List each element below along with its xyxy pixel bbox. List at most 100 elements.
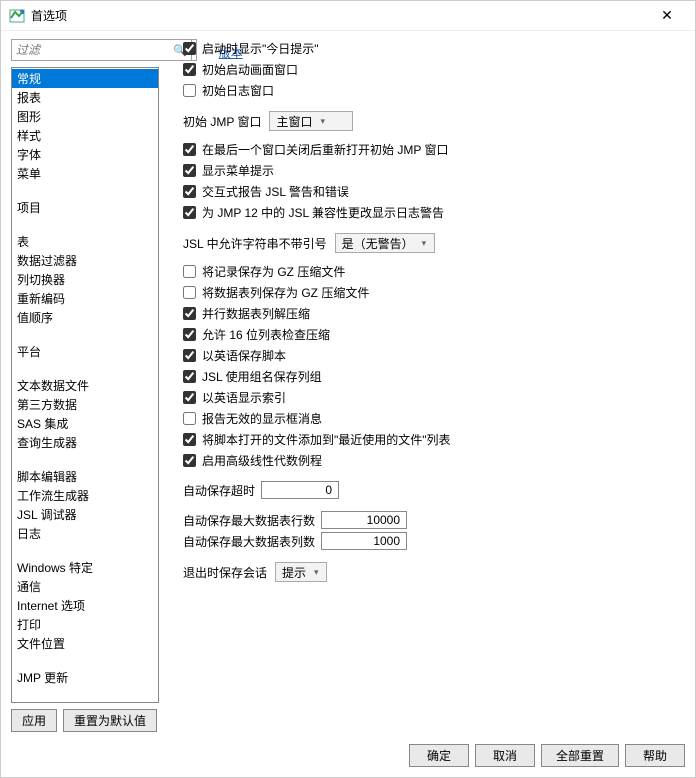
category-item[interactable]: JMP 更新 xyxy=(12,668,158,687)
label-menu-tips: 显示菜单提示 xyxy=(202,162,274,179)
footer: 确定 取消 全部重置 帮助 xyxy=(1,736,695,777)
category-separator xyxy=(12,183,158,198)
checkbox-advanced-linalg[interactable] xyxy=(183,454,196,467)
help-button[interactable]: 帮助 xyxy=(625,744,685,767)
preferences-window: 首选项 ✕ 🔍 ▾ 版本 常规报表图形样式字体菜单项目表数据过滤器列切换器重新编… xyxy=(0,0,696,778)
label-parallel-decomp: 并行数据表列解压缩 xyxy=(202,305,310,322)
checkbox-jmp12-compat[interactable] xyxy=(183,206,196,219)
reset-defaults-button[interactable]: 重置为默认值 xyxy=(63,709,157,732)
label-exit-session: 退出时保存会话 xyxy=(183,564,267,581)
checkbox-add-recent[interactable] xyxy=(183,433,196,446)
input-autosave-maxrows[interactable] xyxy=(321,511,407,529)
label-log-window: 初始日志窗口 xyxy=(202,82,274,99)
category-item[interactable]: Windows 特定 xyxy=(12,558,158,577)
chevron-down-icon: ▾ xyxy=(320,116,325,127)
checkbox-reopen-initial[interactable] xyxy=(183,143,196,156)
checkbox-16bit-check[interactable] xyxy=(183,328,196,341)
checkbox-log-window[interactable] xyxy=(183,84,196,97)
chevron-down-icon: ▾ xyxy=(422,238,427,249)
category-item[interactable]: 文件位置 xyxy=(12,634,158,653)
label-jsl-warnings: 交互式报告 JSL 警告和错误 xyxy=(202,183,349,200)
input-autosave-maxcols[interactable] xyxy=(321,532,407,550)
category-separator xyxy=(12,361,158,376)
label-show-tip: 启动时显示"今日提示" xyxy=(202,40,319,57)
checkbox-gz-records[interactable] xyxy=(183,265,196,278)
ok-button[interactable]: 确定 xyxy=(409,744,469,767)
search-input[interactable] xyxy=(16,43,173,57)
select-jsl-quotes[interactable]: 是（无警告）▾ xyxy=(335,233,435,253)
checkbox-gz-columns[interactable] xyxy=(183,286,196,299)
checkbox-save-english[interactable] xyxy=(183,349,196,362)
chevron-down-icon: ▾ xyxy=(314,567,319,578)
label-index-english: 以英语显示索引 xyxy=(202,389,286,406)
category-item[interactable]: 文本数据文件 xyxy=(12,376,158,395)
input-autosave-timeout[interactable] xyxy=(261,481,339,499)
label-save-english: 以英语保存脚本 xyxy=(202,347,286,364)
reset-all-button[interactable]: 全部重置 xyxy=(541,744,619,767)
label-advanced-linalg: 启用高级线性代数例程 xyxy=(202,452,322,469)
label-autosave-maxcols: 自动保存最大数据表列数 xyxy=(183,533,315,550)
category-list[interactable]: 常规报表图形样式字体菜单项目表数据过滤器列切换器重新编码值顺序平台文本数据文件第… xyxy=(11,67,159,703)
checkbox-index-english[interactable] xyxy=(183,391,196,404)
category-item[interactable]: 查询生成器 xyxy=(12,433,158,452)
label-splash: 初始启动画面窗口 xyxy=(202,61,298,78)
label-add-recent: 将脚本打开的文件添加到"最近使用的文件"列表 xyxy=(202,431,451,448)
checkbox-parallel-decomp[interactable] xyxy=(183,307,196,320)
category-item[interactable]: 表 xyxy=(12,232,158,251)
label-16bit-check: 允许 16 位列表检查压缩 xyxy=(202,326,330,343)
category-item[interactable]: 数据过滤器 xyxy=(12,251,158,270)
category-item[interactable]: 常规 xyxy=(12,69,158,88)
app-icon xyxy=(9,8,25,24)
checkbox-show-tip[interactable] xyxy=(183,42,196,55)
category-item[interactable]: 日志 xyxy=(12,524,158,543)
label-reopen-initial: 在最后一个窗口关闭后重新打开初始 JMP 窗口 xyxy=(202,141,448,158)
category-item[interactable]: 打印 xyxy=(12,615,158,634)
category-item[interactable]: 字体 xyxy=(12,145,158,164)
select-exit-session[interactable]: 提示▾ xyxy=(275,562,327,582)
category-item[interactable]: JSL 调试器 xyxy=(12,505,158,524)
content-area: 🔍 ▾ 版本 常规报表图形样式字体菜单项目表数据过滤器列切换器重新编码值顺序平台… xyxy=(1,31,695,736)
category-item[interactable]: 脚本编辑器 xyxy=(12,467,158,486)
label-autosave-timeout: 自动保存超时 xyxy=(183,482,255,499)
category-item[interactable]: 样式 xyxy=(12,126,158,145)
category-separator xyxy=(12,543,158,558)
category-item[interactable]: 平台 xyxy=(12,342,158,361)
select-initial-window[interactable]: 主窗口▾ xyxy=(269,111,353,131)
label-gz-records: 将记录保存为 GZ 压缩文件 xyxy=(202,263,345,280)
settings-panel: 启动时显示"今日提示" 初始启动画面窗口 初始日志窗口 初始 JMP 窗口 主窗… xyxy=(159,39,685,732)
category-item[interactable]: 第三方数据 xyxy=(12,395,158,414)
category-item[interactable]: 工作流生成器 xyxy=(12,486,158,505)
label-initial-window: 初始 JMP 窗口 xyxy=(183,113,261,130)
titlebar: 首选项 ✕ xyxy=(1,1,695,31)
checkbox-splash[interactable] xyxy=(183,63,196,76)
label-autosave-maxrows: 自动保存最大数据表行数 xyxy=(183,512,315,529)
window-title: 首选项 xyxy=(31,7,647,24)
category-item[interactable]: 报表 xyxy=(12,88,158,107)
category-item[interactable]: 图形 xyxy=(12,107,158,126)
category-item[interactable]: 项目 xyxy=(12,198,158,217)
category-item[interactable]: 通信 xyxy=(12,577,158,596)
label-jmp12-compat: 为 JMP 12 中的 JSL 兼容性更改显示日志警告 xyxy=(202,204,444,221)
label-gz-columns: 将数据表列保存为 GZ 压缩文件 xyxy=(202,284,369,301)
category-item[interactable]: 重新编码 xyxy=(12,289,158,308)
label-group-names: JSL 使用组名保存列组 xyxy=(202,368,322,385)
category-item[interactable]: 值顺序 xyxy=(12,308,158,327)
label-invalid-displaybox: 报告无效的显示框消息 xyxy=(202,410,322,427)
category-separator xyxy=(12,217,158,232)
checkbox-group-names[interactable] xyxy=(183,370,196,383)
label-jsl-quotes: JSL 中允许字符串不带引号 xyxy=(183,235,327,252)
category-separator xyxy=(12,653,158,668)
category-separator xyxy=(12,327,158,342)
apply-button[interactable]: 应用 xyxy=(11,709,57,732)
category-item[interactable]: SAS 集成 xyxy=(12,414,158,433)
category-item[interactable]: 菜单 xyxy=(12,164,158,183)
checkbox-invalid-displaybox[interactable] xyxy=(183,412,196,425)
category-item[interactable]: 列切换器 xyxy=(12,270,158,289)
category-separator xyxy=(12,452,158,467)
cancel-button[interactable]: 取消 xyxy=(475,744,535,767)
left-panel: 🔍 ▾ 版本 常规报表图形样式字体菜单项目表数据过滤器列切换器重新编码值顺序平台… xyxy=(11,39,159,732)
category-item[interactable]: Internet 选项 xyxy=(12,596,158,615)
checkbox-jsl-warnings[interactable] xyxy=(183,185,196,198)
checkbox-menu-tips[interactable] xyxy=(183,164,196,177)
close-button[interactable]: ✕ xyxy=(647,7,687,24)
